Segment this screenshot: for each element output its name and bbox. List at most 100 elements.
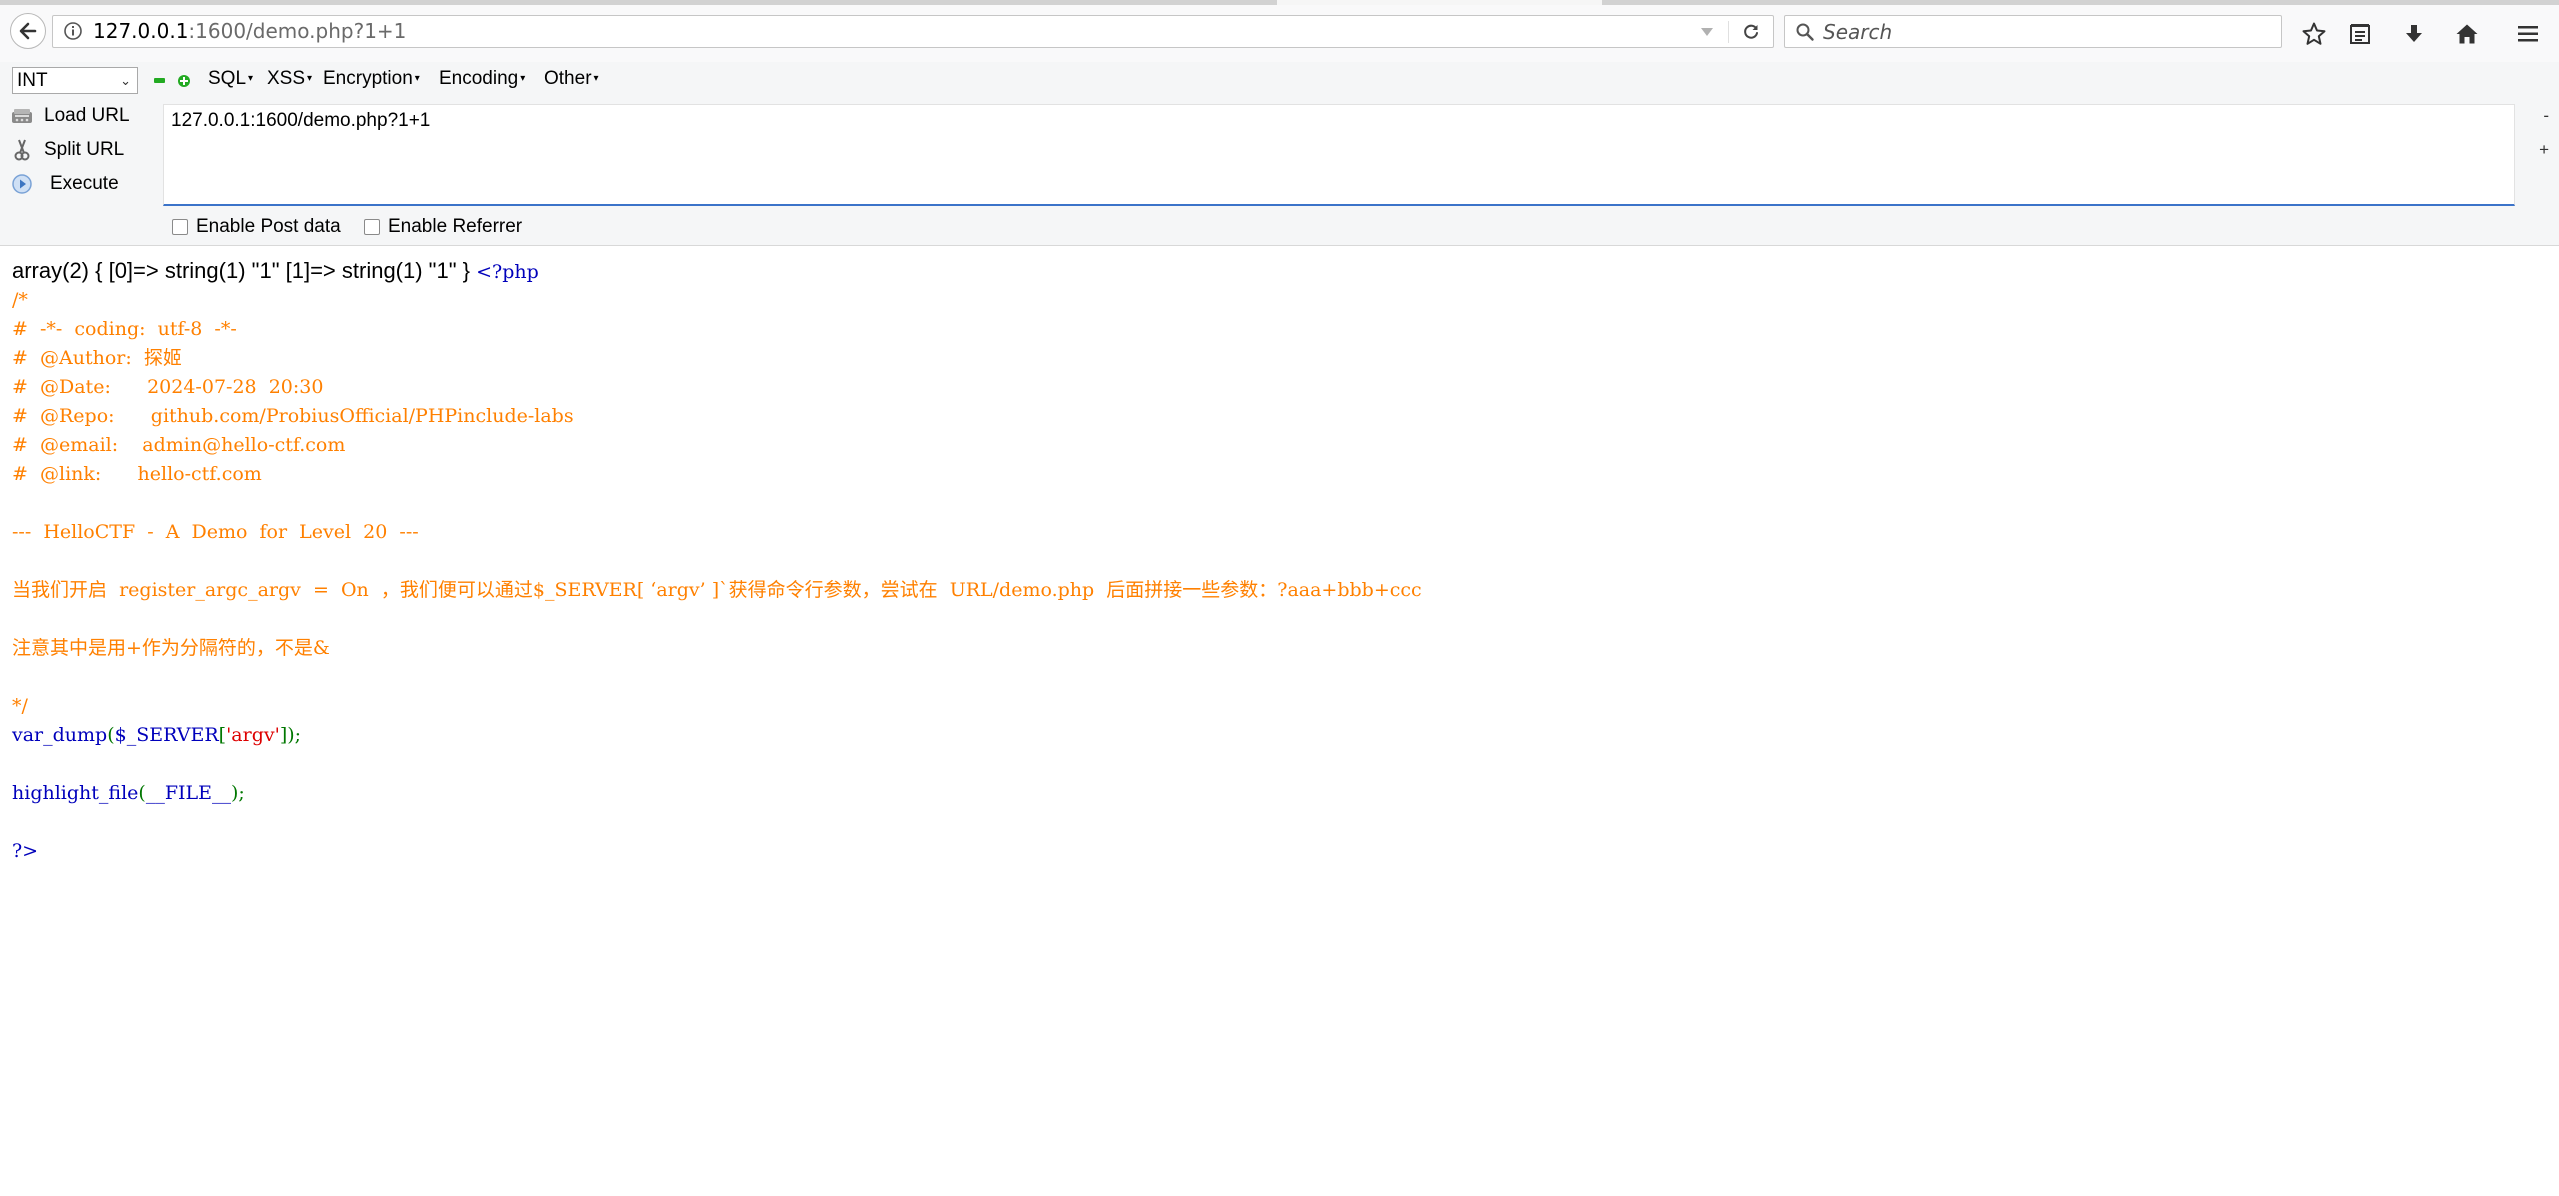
- address-bar[interactable]: 127.0.0.1:1600/demo.php?1+1: [52, 15, 1774, 48]
- download-arrow-icon: [2406, 25, 2422, 42]
- address-text[interactable]: 127.0.0.1:1600/demo.php?1+1: [93, 16, 406, 47]
- comment-line: 当我们开启 register_argc_argv = On ，我们便可以通过$_…: [12, 579, 1422, 601]
- reader-list-icon: [2350, 24, 2370, 44]
- decrease-button[interactable]: [154, 78, 165, 83]
- menu-sql-label: SQL: [208, 68, 247, 89]
- url-path: :1600/demo.php?1+1: [188, 19, 407, 43]
- enable-referrer-checkbox[interactable]: Enable Referrer: [364, 216, 522, 238]
- code-line-highlight-file: highlight_file(__FILE__);: [12, 779, 2542, 808]
- navigation-toolbar: 127.0.0.1:1600/demo.php?1+1: [0, 5, 2559, 62]
- menu-encoding[interactable]: Encoding ▾: [439, 68, 525, 90]
- search-bar[interactable]: [1784, 15, 2282, 48]
- comment-line: # -*- coding: utf-8 -*-: [12, 318, 237, 340]
- search-icon: [1796, 23, 1814, 41]
- comment-line: [12, 663, 2542, 692]
- caret-down-icon: ▾: [520, 73, 526, 85]
- code-paren: (: [107, 724, 115, 746]
- hamburger-menu-icon: [2518, 26, 2538, 42]
- dropdown-arrow-icon[interactable]: [1699, 25, 1715, 39]
- info-icon[interactable]: [63, 21, 83, 41]
- menu-xss[interactable]: XSS ▾: [267, 68, 312, 90]
- bookmark-star-button[interactable]: [2301, 21, 2327, 47]
- checkbox-box[interactable]: [364, 219, 380, 235]
- code-function: highlight_file: [12, 782, 139, 804]
- comment-line: /*: [12, 289, 28, 311]
- code-close: ]);: [279, 724, 302, 746]
- menu-sql[interactable]: SQL ▾: [208, 68, 253, 90]
- code-bracket: [: [218, 724, 227, 746]
- caret-down-icon: ▾: [593, 73, 599, 85]
- menu-xss-label: XSS: [267, 68, 306, 89]
- enable-post-checkbox[interactable]: Enable Post data: [172, 216, 341, 238]
- type-select[interactable]: INT ⌄: [12, 67, 138, 94]
- menu-encryption-label: Encryption: [323, 68, 413, 89]
- increase-button[interactable]: [178, 75, 190, 87]
- menu-button[interactable]: [2515, 21, 2541, 47]
- comment-line: [12, 547, 2542, 576]
- caret-down-icon: ▾: [248, 73, 254, 85]
- hackbar-panel: Load URL Split URL Execute - + Enable Po…: [0, 100, 2559, 246]
- code-close: );: [231, 782, 245, 804]
- php-open-tag: <?php: [476, 261, 539, 283]
- comment-line: # @Repo: github.com/ProbiusOfficial/PHPi…: [12, 405, 574, 427]
- reader-list-button[interactable]: [2347, 21, 2373, 47]
- scissors-icon: [10, 139, 34, 161]
- back-arrow-icon: [19, 22, 37, 40]
- search-input[interactable]: [1823, 19, 2263, 44]
- chevron-down-icon: ⌄: [120, 73, 131, 88]
- menu-other-label: Other: [544, 68, 592, 89]
- home-icon: [2456, 24, 2478, 44]
- menu-encoding-label: Encoding: [439, 68, 519, 89]
- enable-post-label: Enable Post data: [196, 216, 341, 237]
- comment-line: [12, 605, 2542, 634]
- php-comment-block: /* # -*- coding: utf-8 -*- # @Author: 探姬 # …: [12, 286, 2542, 721]
- page-content: array(2) { [0]=> string(1) "1" [1]=> str…: [12, 256, 2542, 866]
- shrink-editor-button[interactable]: -: [2543, 106, 2549, 126]
- comment-line: 注意其中是用+作为分隔符的，不是&: [12, 637, 330, 659]
- comment-line: # @email: admin@hello-ctf.com: [12, 434, 346, 456]
- execute-label: Execute: [50, 173, 119, 194]
- back-button[interactable]: [10, 13, 46, 49]
- comment-line: # @link: hello-ctf.com: [12, 463, 262, 485]
- reload-icon[interactable]: [1741, 22, 1761, 42]
- expand-editor-button[interactable]: +: [2539, 140, 2549, 160]
- url-host: 127.0.0.1: [93, 19, 189, 43]
- load-url-button[interactable]: Load URL: [10, 102, 160, 130]
- dump-text: array(2) { [0]=> string(1) "1" [1]=> str…: [12, 258, 477, 283]
- code-paren: (: [138, 782, 146, 804]
- code-string: 'argv': [226, 724, 280, 746]
- downloads-button[interactable]: [2401, 21, 2427, 47]
- menu-encryption[interactable]: Encryption ▾: [323, 68, 420, 90]
- type-select-value: INT: [17, 70, 48, 91]
- urlbar-divider: [1728, 21, 1729, 43]
- comment-line: */: [12, 695, 28, 717]
- url-editor[interactable]: [163, 104, 2515, 206]
- code-variable: $_SERVER: [114, 724, 219, 746]
- checkbox-box[interactable]: [172, 219, 188, 235]
- load-url-icon: [10, 105, 34, 127]
- play-circle-icon: [10, 173, 34, 195]
- url-textarea[interactable]: [164, 105, 2514, 204]
- code-function: var_dump: [12, 724, 108, 746]
- hackbar-toolbar: INT ⌄ SQL ▾ XSS ▾ Encryption ▾ Encoding ▾ Ot…: [0, 62, 2559, 100]
- caret-down-icon: ▾: [307, 73, 313, 85]
- comment-line: --- HelloCTF - A Demo for Level 20 ---: [12, 521, 419, 543]
- comment-line: # @Author: 探姬: [12, 347, 182, 369]
- comment-line: # @Date: 2024-07-28 20:30: [12, 376, 324, 398]
- menu-other[interactable]: Other ▾: [544, 68, 599, 90]
- caret-down-icon: ▾: [414, 73, 420, 85]
- split-url-button[interactable]: Split URL: [10, 136, 160, 164]
- bookmark-star-icon: [2302, 22, 2326, 45]
- execute-button[interactable]: Execute: [10, 170, 160, 198]
- comment-line: [12, 489, 2542, 518]
- enable-referrer-label: Enable Referrer: [388, 216, 523, 237]
- load-url-label: Load URL: [44, 105, 130, 126]
- code-line-var-dump: var_dump($_SERVER['argv']);: [12, 721, 2542, 750]
- code-constant: __FILE__: [145, 782, 232, 804]
- split-url-label: Split URL: [44, 139, 125, 160]
- var-dump-output: array(2) { [0]=> string(1) "1" [1]=> str…: [12, 256, 2542, 286]
- php-close-tag: ?>: [12, 840, 39, 862]
- home-button[interactable]: [2454, 21, 2480, 47]
